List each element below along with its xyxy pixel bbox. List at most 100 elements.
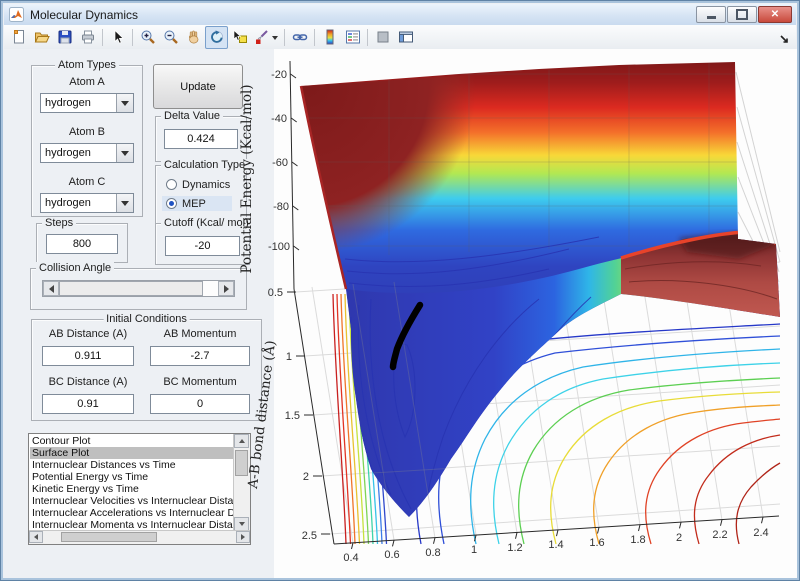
list-item[interactable]: Contour Plot xyxy=(30,435,233,447)
bc-distance-field[interactable]: 0.91 xyxy=(42,394,134,414)
slider-thumb[interactable] xyxy=(59,281,203,296)
radio-icon xyxy=(166,179,177,190)
toolbar-overflow-arrow[interactable] xyxy=(780,32,790,50)
zoom-in-icon xyxy=(140,29,156,45)
show-plot-tools-icon xyxy=(398,29,414,45)
z-axis-label: Potential Energy (Kcal/mol) xyxy=(239,84,255,273)
list-item[interactable]: Internuclear Momenta vs Internuclear Dis… xyxy=(30,519,233,530)
list-item[interactable]: Internuclear Distances vs Time xyxy=(30,459,233,471)
toolbar-separator xyxy=(102,29,103,46)
ab-tick: 0.5 xyxy=(268,287,283,299)
show-plot-tools-button[interactable] xyxy=(394,26,417,49)
steps-group: Steps 800 xyxy=(36,223,128,263)
ab-distance-label: AB Distance (A) xyxy=(42,328,134,340)
slider-left-arrow[interactable] xyxy=(43,281,59,296)
brush-button[interactable] xyxy=(251,26,281,49)
link-plot-button[interactable] xyxy=(288,26,311,49)
zoom-out-icon xyxy=(163,29,179,45)
toolbar-separator xyxy=(284,29,285,46)
scroll-left-button[interactable] xyxy=(29,531,43,543)
maximize-icon xyxy=(736,9,748,20)
new-file-icon xyxy=(11,29,27,45)
delta-value-field[interactable]: 0.424 xyxy=(164,129,238,149)
close-icon: ✕ xyxy=(771,10,779,20)
atom-a-value: hydrogen xyxy=(45,94,91,112)
atom-a-dropdown[interactable]: hydrogen xyxy=(40,93,134,113)
bc-tick: 0.8 xyxy=(425,547,440,559)
print-button[interactable] xyxy=(76,26,99,49)
ab-momentum-field[interactable]: -2.7 xyxy=(150,346,250,366)
atom-types-group: Atom Types Atom A hydrogen Atom B hydrog… xyxy=(31,65,143,217)
atom-c-label: Atom C xyxy=(32,176,142,188)
pan-hand-icon xyxy=(186,29,202,45)
title-bar[interactable]: Molecular Dynamics ✕ xyxy=(4,4,796,25)
insert-legend-icon xyxy=(345,29,361,45)
list-item[interactable]: Kinetic Energy vs Time xyxy=(30,483,233,495)
chevron-down-icon[interactable] xyxy=(116,194,133,212)
list-item[interactable]: Potential Energy vs Time xyxy=(30,471,233,483)
zoom-in-button[interactable] xyxy=(136,26,159,49)
plot-type-listbox[interactable]: Contour Plot Surface Plot Internuclear D… xyxy=(28,433,251,545)
radio-dynamics-label: Dynamics xyxy=(182,179,230,191)
arrow-cursor-button[interactable] xyxy=(106,26,129,49)
data-cursor-button[interactable] xyxy=(228,26,251,49)
zoom-out-button[interactable] xyxy=(159,26,182,49)
rotate-3d-button[interactable] xyxy=(205,26,228,49)
ab-tick: 1.5 xyxy=(285,410,300,422)
atom-b-dropdown[interactable]: hydrogen xyxy=(40,143,134,163)
print-icon xyxy=(80,29,96,45)
atom-a-label: Atom A xyxy=(32,76,142,88)
horizontal-scrollbar[interactable] xyxy=(29,530,250,544)
open-file-button[interactable] xyxy=(30,26,53,49)
hide-plot-tools-icon xyxy=(375,29,391,45)
update-button[interactable]: Update xyxy=(153,64,243,109)
close-button[interactable]: ✕ xyxy=(758,6,792,23)
bc-momentum-field[interactable]: 0 xyxy=(150,394,250,414)
list-item[interactable]: Internuclear Accelerations vs Internucle… xyxy=(30,507,233,519)
list-item[interactable]: Internuclear Velocities vs Internuclear … xyxy=(30,495,233,507)
arrow-cursor-icon xyxy=(110,29,126,45)
collision-angle-slider[interactable] xyxy=(42,280,235,297)
initial-conditions-title: Initial Conditions xyxy=(103,313,190,325)
insert-colorbar-icon xyxy=(322,29,338,45)
minimize-icon xyxy=(707,16,716,19)
radio-dynamics[interactable]: Dynamics xyxy=(162,177,234,192)
hscroll-thumb[interactable] xyxy=(61,532,157,542)
bc-tick: 1.8 xyxy=(630,534,645,546)
steps-field[interactable]: 800 xyxy=(46,234,118,254)
atom-c-dropdown[interactable]: hydrogen xyxy=(40,193,134,213)
minimize-button[interactable] xyxy=(696,6,726,23)
open-file-icon xyxy=(34,29,50,45)
steps-title: Steps xyxy=(42,217,76,229)
bc-tick: 0.4 xyxy=(343,552,358,564)
insert-colorbar-button[interactable] xyxy=(318,26,341,49)
toolbar-separator xyxy=(367,29,368,46)
maximize-button[interactable] xyxy=(727,6,757,23)
chevron-down-icon[interactable] xyxy=(116,94,133,112)
radio-icon-selected xyxy=(166,198,177,209)
insert-legend-button[interactable] xyxy=(341,26,364,49)
brush-icon xyxy=(254,29,278,45)
calculation-type-title: Calculation Type xyxy=(161,159,248,171)
ab-distance-field[interactable]: 0.911 xyxy=(42,346,134,366)
data-cursor-icon xyxy=(232,29,248,45)
control-panel: Atom Types Atom A hydrogen Atom B hydrog… xyxy=(3,49,274,578)
pan-button[interactable] xyxy=(182,26,205,49)
bc-momentum-label: BC Momentum xyxy=(150,376,250,388)
radio-mep[interactable]: MEP xyxy=(162,196,232,211)
save-button[interactable] xyxy=(53,26,76,49)
slider-right-arrow[interactable] xyxy=(218,281,234,296)
save-icon xyxy=(57,29,73,45)
plot-canvas[interactable]: -20 -40 -60 -80 -100 0.5 1 1.5 2 2.5 0.4… xyxy=(239,49,797,578)
figure-toolbar xyxy=(4,25,796,50)
list-item-selected[interactable]: Surface Plot xyxy=(30,447,233,459)
hide-plot-tools-button[interactable] xyxy=(371,26,394,49)
chevron-down-icon[interactable] xyxy=(116,144,133,162)
new-file-button[interactable] xyxy=(7,26,30,49)
atom-b-label: Atom B xyxy=(32,126,142,138)
toolbar-separator xyxy=(132,29,133,46)
z-tick: -40 xyxy=(271,113,287,125)
cutoff-field[interactable]: -20 xyxy=(165,236,240,256)
ab-tick: 2.5 xyxy=(302,530,317,542)
bc-tick: 1.2 xyxy=(507,542,522,554)
